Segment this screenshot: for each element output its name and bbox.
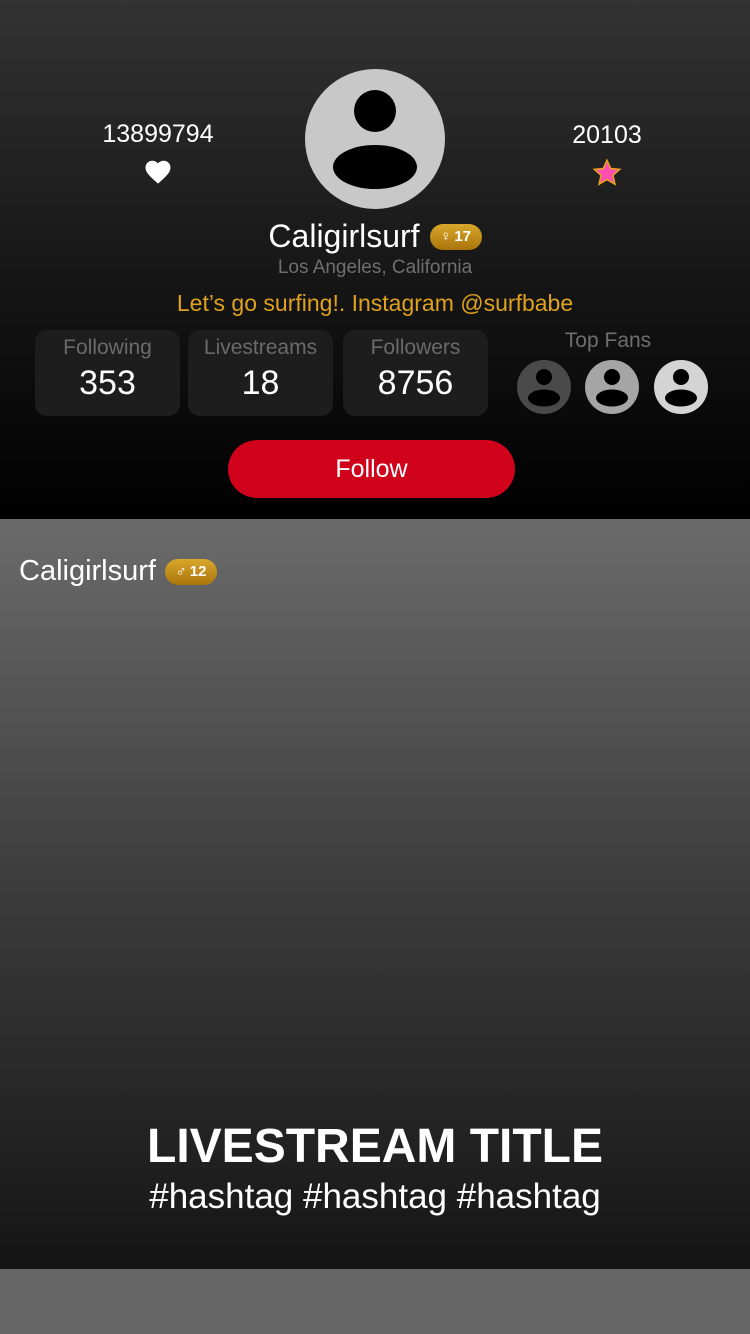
profile-header: 13899794 20103 Caligirlsurf ♀ 17 Los Ang… — [0, 0, 750, 519]
level-number: 12 — [189, 563, 207, 580]
stat-label: Followers — [370, 336, 461, 359]
livestream-card[interactable]: Caligirlsurf ♂ 12 LIVESTREAM TITLE #hash… — [0, 519, 750, 1269]
profile-name-row: Caligirlsurf ♀ 17 — [0, 218, 750, 255]
stat-label: Following — [63, 336, 152, 359]
stat-value: 8756 — [377, 364, 454, 402]
top-fans-label: Top Fans — [564, 329, 652, 352]
profile-location: Los Angeles, California — [277, 257, 473, 278]
likes-count: 13899794 — [102, 120, 214, 148]
followers-stat[interactable]: Followers 8756 — [343, 330, 488, 416]
stream-username: Caligirlsurf — [19, 555, 156, 587]
heart-icon — [145, 160, 171, 184]
next-livestream-card[interactable] — [0, 1269, 750, 1334]
gender-level-badge: ♂ 12 — [164, 558, 217, 585]
profile-avatar[interactable] — [305, 69, 445, 209]
following-stat[interactable]: Following 353 — [35, 330, 180, 416]
star-icon — [592, 158, 622, 186]
livestream-title: LIVESTREAM TITLE — [147, 1120, 603, 1173]
stars-stat: 20103 — [527, 121, 687, 188]
stat-value: 18 — [241, 364, 280, 402]
stat-label: Livestreams — [203, 336, 318, 359]
livestreams-stat[interactable]: Livestreams 18 — [188, 330, 333, 416]
stars-count: 20103 — [572, 121, 642, 149]
profile-username: Caligirlsurf — [268, 218, 420, 254]
stat-value: 353 — [79, 364, 136, 402]
female-icon: ♀ — [440, 228, 452, 245]
follow-button[interactable]: Follow — [228, 440, 515, 498]
top-fan-avatar[interactable] — [654, 360, 708, 414]
gender-level-badge: ♀ 17 — [429, 223, 482, 250]
stream-user: Caligirlsurf ♂ 12 — [19, 555, 217, 588]
top-fan-avatar[interactable] — [585, 360, 639, 414]
top-fan-avatar[interactable] — [517, 360, 571, 414]
livestream-hashtags: #hashtag #hashtag #hashtag — [149, 1177, 601, 1216]
level-number: 17 — [454, 228, 472, 245]
likes-stat: 13899794 — [78, 120, 238, 187]
profile-bio: Let’s go surfing!. Instagram @surfbabe — [176, 290, 574, 316]
male-icon: ♂ — [175, 563, 187, 580]
